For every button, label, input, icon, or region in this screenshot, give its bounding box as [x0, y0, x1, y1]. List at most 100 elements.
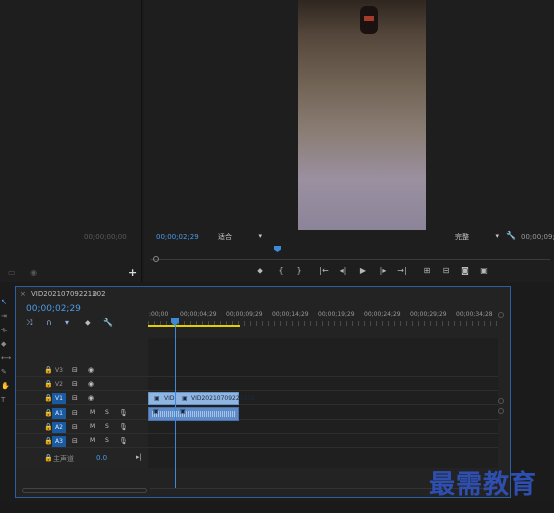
hand-tool-icon[interactable]: ✋ [1, 382, 10, 390]
program-scrub-bar[interactable] [150, 250, 550, 260]
video-clip-name: VID20210709221202 [191, 395, 255, 402]
snap-icon[interactable]: ∩ [46, 318, 52, 327]
chevron-down-icon: ▾ [495, 232, 499, 240]
go-to-end-icon[interactable]: ▸| [136, 453, 142, 461]
source-tool-icons[interactable]: ▭ ◉ [8, 268, 37, 277]
fit-dropdown[interactable]: 适合 ▾ [218, 232, 262, 242]
ruler-label: 00;00;19;29 [318, 311, 355, 318]
step-back-icon[interactable]: ◂| [337, 266, 349, 275]
quality-dropdown-label: 完整 [455, 233, 469, 241]
video-clip[interactable]: ▣ VID ▣ VID20210709221202 [148, 392, 255, 405]
extract-icon[interactable]: ⊟ [440, 266, 452, 275]
camera-icon[interactable]: ◉ [30, 268, 37, 277]
vertical-scroll-knob[interactable] [498, 312, 504, 318]
mark-out-icon[interactable]: } [293, 266, 305, 275]
solo-button[interactable]: S [105, 423, 109, 430]
sync-lock-icon[interactable]: ⊟ [72, 380, 78, 388]
fx-badge-icon: ▣ [154, 395, 160, 402]
eye-icon[interactable]: ◉ [88, 394, 94, 402]
sync-lock-icon[interactable]: ⊟ [72, 394, 78, 402]
timeline-playhead-line [175, 326, 176, 488]
solo-button[interactable]: S [105, 409, 109, 416]
fit-dropdown-label: 适合 [218, 233, 232, 241]
clip-badge: VID [164, 395, 175, 402]
audio-waveform [152, 411, 236, 417]
ruler-label: :00;00 [149, 311, 169, 318]
comparison-view-icon[interactable]: ▣ [478, 266, 490, 275]
mic-icon[interactable]: 🎙 [119, 437, 128, 445]
selection-tool-icon[interactable]: ↖ [1, 298, 7, 306]
mic-icon[interactable]: 🎙 [119, 423, 128, 431]
storyboard-icon[interactable]: ▭ [8, 268, 16, 277]
eye-icon[interactable]: ◉ [88, 380, 94, 388]
mic-icon[interactable]: 🎙 [119, 409, 128, 417]
work-area-bar[interactable] [148, 325, 240, 327]
linked-selection-icon[interactable]: ▾ [65, 318, 69, 327]
export-frame-icon[interactable]: ◙ [459, 266, 471, 275]
program-timecode[interactable]: 00;00;02;29 [156, 233, 199, 241]
ruler-label: 00;00;14;29 [272, 311, 309, 318]
ruler-label: 00;00;09;29 [226, 311, 263, 318]
track-row-a1 [16, 407, 498, 420]
solo-button[interactable]: S [105, 437, 109, 444]
timeline-timecode[interactable]: 00;00;02;29 [26, 304, 81, 314]
watermark-logo: 最需教育 [429, 470, 538, 500]
vertical-scroll-knob[interactable] [498, 398, 504, 404]
master-track-row [16, 452, 498, 465]
panel-menu-icon[interactable]: ≡ [92, 289, 99, 298]
sync-lock-icon[interactable]: ⊟ [72, 423, 78, 431]
ruler-label: 00;00;24;29 [364, 311, 401, 318]
video-preview [298, 0, 426, 230]
fx-badge-icon: ▣ [153, 408, 159, 415]
play-icon[interactable]: ▶ [357, 266, 369, 275]
wrench-icon[interactable]: 🔧 [506, 231, 516, 240]
ripple-edit-tool-icon[interactable]: ⟛ [1, 326, 7, 335]
type-tool-icon[interactable]: T [1, 396, 5, 404]
master-track-label: 主声道 [53, 455, 74, 463]
track-label-v2[interactable]: V2 [52, 379, 66, 390]
mute-button[interactable]: M [90, 409, 95, 416]
ruler-label: 00;00;04;29 [180, 311, 217, 318]
mute-button[interactable]: M [90, 423, 95, 430]
mark-in-icon[interactable]: { [275, 266, 287, 275]
pen-tool-icon[interactable]: ✎ [1, 368, 7, 376]
ruler-label: 00;00;29;29 [410, 311, 447, 318]
bottom-strip [0, 502, 554, 513]
lock-icon[interactable]: 🔒 [44, 454, 53, 462]
fx-badge-icon: ▣ [182, 395, 188, 402]
marker-icon[interactable]: ⬥ [254, 266, 266, 276]
nest-icon[interactable]: ⤨ [26, 318, 32, 328]
vertical-scroll-knob[interactable] [498, 408, 504, 414]
eye-icon[interactable]: ◉ [88, 366, 94, 374]
track-label-v3[interactable]: V3 [52, 365, 66, 376]
sync-lock-icon[interactable]: ⊟ [72, 437, 78, 445]
wrench-icon[interactable]: 🔧 [103, 318, 113, 327]
go-to-out-icon[interactable]: →| [396, 266, 408, 275]
ruler-label: 00;00;34;28 [456, 311, 493, 318]
mute-button[interactable]: M [90, 437, 95, 444]
lift-icon[interactable]: ⊞ [421, 266, 433, 275]
step-forward-icon[interactable]: |▸ [377, 266, 389, 275]
program-duration: 00;00;09; [521, 233, 554, 241]
fx-badge-icon: ▣ [180, 408, 186, 415]
go-to-in-icon[interactable]: |← [318, 266, 330, 275]
track-label-v1[interactable]: V1 [52, 393, 66, 404]
add-marker-icon[interactable]: ⬥ [85, 318, 91, 328]
sync-lock-icon[interactable]: ⊟ [72, 366, 78, 374]
scrub-left-handle[interactable] [153, 256, 159, 262]
track-row-a3 [16, 435, 498, 448]
source-timecode: 00;00;00;00 [84, 233, 127, 241]
add-button[interactable]: + [128, 266, 137, 279]
track-label-a3[interactable]: A3 [52, 436, 66, 447]
quality-dropdown[interactable]: 完整 ▾ [455, 232, 499, 242]
track-row-a2 [16, 421, 498, 434]
track-label-a1[interactable]: A1 [52, 408, 66, 419]
track-select-tool-icon[interactable]: ⇥ [1, 312, 7, 320]
track-label-a2[interactable]: A2 [52, 422, 66, 433]
razor-tool-icon[interactable]: ◆ [1, 340, 6, 348]
close-icon[interactable]: × [20, 290, 26, 298]
slip-tool-icon[interactable]: ⟷ [1, 354, 11, 362]
header-scrollbar[interactable] [22, 488, 147, 493]
sync-lock-icon[interactable]: ⊟ [72, 409, 78, 417]
master-volume-value[interactable]: 0.0 [96, 454, 107, 462]
